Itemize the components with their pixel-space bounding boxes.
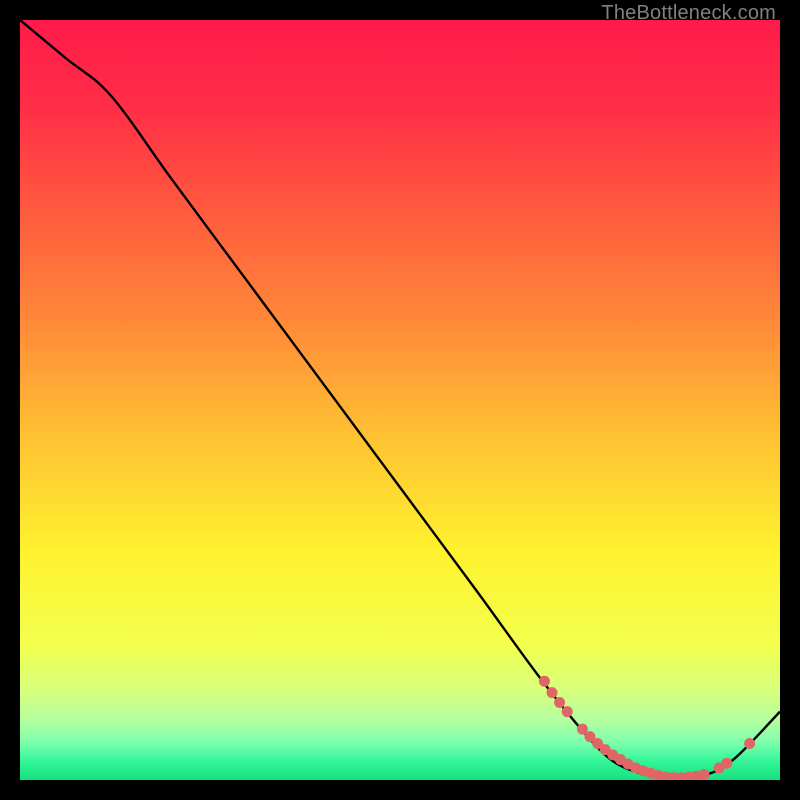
marker-dot — [539, 676, 550, 687]
chart-svg — [20, 20, 780, 780]
marker-dot — [562, 706, 573, 717]
gradient-background — [20, 20, 780, 780]
watermark-text: TheBottleneck.com — [601, 2, 776, 25]
marker-dot — [721, 758, 732, 769]
marker-dot — [699, 769, 710, 780]
marker-dot — [554, 697, 565, 708]
marker-dot — [744, 738, 755, 749]
marker-dot — [547, 687, 558, 698]
